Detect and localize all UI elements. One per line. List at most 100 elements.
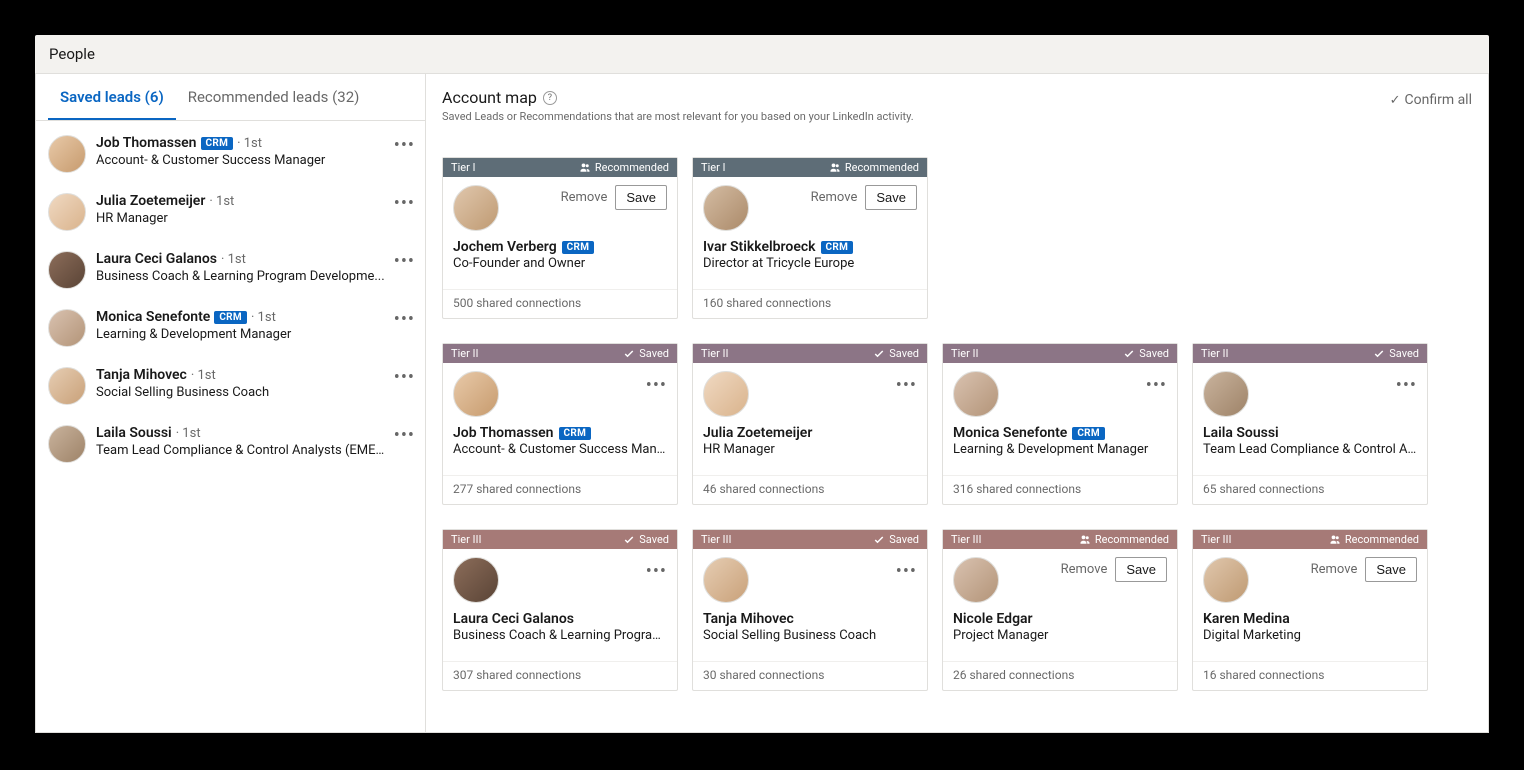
- tier-label: Tier II: [951, 347, 979, 360]
- avatar[interactable]: [953, 371, 999, 417]
- avatar[interactable]: [703, 371, 749, 417]
- lead-item[interactable]: Job Thomassen CRM · 1st Account- & Custo…: [36, 125, 425, 183]
- account-card: Tier III Recommended Remove Save Nicole …: [942, 529, 1178, 691]
- lead-body: Job Thomassen CRM · 1st Account- & Custo…: [96, 135, 413, 168]
- more-icon[interactable]: •••: [394, 369, 415, 387]
- lead-item[interactable]: Julia Zoetemeijer · 1st HR Manager •••: [36, 183, 425, 241]
- panel-body: Saved leads (6) Recommended leads (32) J…: [35, 73, 1489, 733]
- card-name[interactable]: Monica Senefonte: [953, 425, 1067, 441]
- connection-degree: · 1st: [191, 368, 216, 383]
- more-icon[interactable]: •••: [394, 195, 415, 213]
- card-title: Project Manager: [953, 628, 1167, 643]
- lead-title: HR Manager: [96, 211, 385, 226]
- remove-button[interactable]: Remove: [561, 190, 608, 205]
- card-name[interactable]: Jochem Verberg: [453, 239, 557, 255]
- saved-indicator: Saved: [623, 533, 669, 546]
- map-title: Account map: [442, 88, 537, 107]
- saved-indicator: Saved: [623, 347, 669, 360]
- tier-label: Tier I: [701, 161, 726, 174]
- avatar: [48, 251, 86, 289]
- card-name[interactable]: Julia Zoetemeijer: [703, 425, 812, 441]
- lead-item[interactable]: Tanja Mihovec · 1st Social Selling Busin…: [36, 357, 425, 415]
- shared-connections: 500 shared connections: [443, 289, 677, 318]
- more-icon[interactable]: •••: [394, 427, 415, 445]
- check-icon: ✓: [1390, 93, 1401, 108]
- card-title: Account- & Customer Success Manager: [453, 442, 667, 457]
- lead-body: Laura Ceci Galanos · 1st Business Coach …: [96, 251, 413, 284]
- tab-recommended-leads[interactable]: Recommended leads (32): [176, 74, 372, 120]
- more-icon[interactable]: •••: [394, 253, 415, 271]
- confirm-all-label: Confirm all: [1404, 92, 1472, 108]
- avatar[interactable]: [1203, 371, 1249, 417]
- shared-connections: 65 shared connections: [1193, 475, 1427, 504]
- lead-title: Learning & Development Manager: [96, 327, 385, 342]
- avatar[interactable]: [453, 185, 499, 231]
- crm-badge: CRM: [562, 241, 595, 254]
- account-card: Tier III Recommended Remove Save Karen M…: [1192, 529, 1428, 691]
- lead-title: Team Lead Compliance & Control Analysts …: [96, 443, 385, 458]
- lead-item[interactable]: Monica Senefonte CRM · 1st Learning & De…: [36, 299, 425, 357]
- tab-saved-leads[interactable]: Saved leads (6): [48, 74, 176, 120]
- avatar: [48, 425, 86, 463]
- shared-connections: 307 shared connections: [443, 661, 677, 690]
- recommended-indicator: Recommended: [579, 161, 669, 174]
- tier3-row: Tier III Saved ••• Laura Ceci Galanos Bu…: [442, 529, 1472, 691]
- saved-indicator: Saved: [873, 347, 919, 360]
- recommended-indicator: Recommended: [829, 161, 919, 174]
- shared-connections: 316 shared connections: [943, 475, 1177, 504]
- save-button[interactable]: Save: [615, 185, 667, 210]
- shared-connections: 16 shared connections: [1193, 661, 1427, 690]
- more-icon[interactable]: •••: [646, 371, 667, 401]
- more-icon[interactable]: •••: [394, 137, 415, 155]
- shared-connections: 30 shared connections: [693, 661, 927, 690]
- card-name[interactable]: Laura Ceci Galanos: [453, 611, 574, 627]
- more-icon[interactable]: •••: [394, 311, 415, 329]
- sidebar: Saved leads (6) Recommended leads (32) J…: [36, 74, 426, 732]
- account-card: Tier II Saved ••• Julia Zoetemeijer HR M…: [692, 343, 928, 505]
- avatar[interactable]: [703, 185, 749, 231]
- remove-button[interactable]: Remove: [1061, 562, 1108, 577]
- card-name[interactable]: Job Thomassen: [453, 425, 554, 441]
- tier1-row: Tier I Recommended Remove Save Jochem Ve…: [442, 157, 1472, 319]
- card-name[interactable]: Tanja Mihovec: [703, 611, 794, 627]
- card-name[interactable]: Karen Medina: [1203, 611, 1290, 627]
- lead-item[interactable]: Laila Soussi · 1st Team Lead Compliance …: [36, 415, 425, 473]
- avatar[interactable]: [453, 557, 499, 603]
- account-card: Tier I Recommended Remove Save Jochem Ve…: [442, 157, 678, 319]
- more-icon[interactable]: •••: [896, 557, 917, 587]
- card-name[interactable]: Nicole Edgar: [953, 611, 1033, 627]
- save-button[interactable]: Save: [1365, 557, 1417, 582]
- remove-button[interactable]: Remove: [811, 190, 858, 205]
- confirm-all-button[interactable]: ✓ Confirm all: [1390, 88, 1472, 108]
- card-title: HR Manager: [703, 442, 917, 457]
- avatar[interactable]: [953, 557, 999, 603]
- avatar[interactable]: [1203, 557, 1249, 603]
- tier-label: Tier III: [701, 533, 732, 546]
- tier-label: Tier II: [451, 347, 479, 360]
- card-name[interactable]: Ivar Stikkelbroeck: [703, 239, 816, 255]
- lead-item[interactable]: Laura Ceci Galanos · 1st Business Coach …: [36, 241, 425, 299]
- card-title: Learning & Development Manager: [953, 442, 1167, 457]
- avatar: [48, 135, 86, 173]
- more-icon[interactable]: •••: [1396, 371, 1417, 401]
- save-button[interactable]: Save: [865, 185, 917, 210]
- remove-button[interactable]: Remove: [1311, 562, 1358, 577]
- save-button[interactable]: Save: [1115, 557, 1167, 582]
- avatar[interactable]: [703, 557, 749, 603]
- card-title: Co-Founder and Owner: [453, 256, 667, 271]
- card-name[interactable]: Laila Soussi: [1203, 425, 1279, 441]
- map-header: Account map ? Saved Leads or Recommendat…: [442, 84, 1472, 133]
- card-title: Social Selling Business Coach: [703, 628, 917, 643]
- more-icon[interactable]: •••: [896, 371, 917, 401]
- shared-connections: 46 shared connections: [693, 475, 927, 504]
- info-icon[interactable]: ?: [543, 91, 557, 105]
- lead-name: Laila Soussi: [96, 425, 172, 441]
- card-header: Tier II Saved: [943, 344, 1177, 363]
- card-title: Digital Marketing: [1203, 628, 1417, 643]
- card-header: Tier I Recommended: [443, 158, 677, 177]
- more-icon[interactable]: •••: [1146, 371, 1167, 401]
- avatar[interactable]: [453, 371, 499, 417]
- people-panel: People Saved leads (6) Recommended leads…: [35, 35, 1489, 733]
- more-icon[interactable]: •••: [646, 557, 667, 587]
- connection-degree: · 1st: [251, 310, 276, 325]
